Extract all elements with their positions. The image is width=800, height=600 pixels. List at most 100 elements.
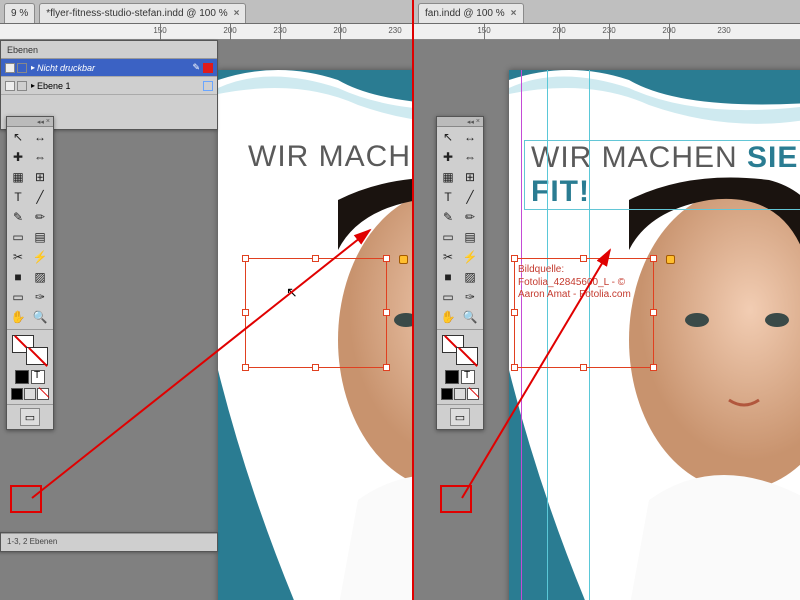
selection-tool[interactable]: ↖: [437, 127, 459, 147]
lock-box[interactable]: [17, 81, 27, 91]
content-placer-tool[interactable]: ⊞: [29, 167, 51, 187]
handle[interactable]: [511, 364, 518, 371]
headline-left: WIR MACHEN: [248, 140, 412, 174]
handle[interactable]: [650, 364, 657, 371]
apply-none-icon[interactable]: [467, 388, 479, 400]
zoom-tab-prev[interactable]: 9 %: [4, 3, 35, 23]
type-tool[interactable]: T: [437, 187, 459, 207]
pencil-tool[interactable]: ✏: [459, 207, 481, 227]
disclosure-icon[interactable]: ▸: [31, 63, 35, 72]
handle[interactable]: [312, 364, 319, 371]
tool-palette-left[interactable]: ◂◂× ↖ ↔ ✚ ⇔ ▦ ⊞ T ╱ ✎ ✏ ▭ ▤ ✂ ⚡ ■ ▨ ▭ ✑ …: [6, 116, 54, 430]
view-mode-button[interactable]: ▭: [450, 408, 470, 426]
apply-color-icon[interactable]: [11, 388, 23, 400]
pen-tool[interactable]: ✎: [7, 207, 29, 227]
page-tool[interactable]: ✚: [7, 147, 29, 167]
fill-stroke-swatch[interactable]: [12, 335, 48, 365]
content-placer-tool[interactable]: ⊞: [459, 167, 481, 187]
rotate-handle[interactable]: [399, 255, 408, 264]
layer-row-nicht-druckbar[interactable]: ▸ Nicht druckbar ✎: [1, 59, 217, 77]
visibility-toggle[interactable]: [5, 63, 15, 73]
apply-color-icon[interactable]: [441, 388, 453, 400]
handle[interactable]: [580, 364, 587, 371]
note-tool[interactable]: ▭: [7, 287, 29, 307]
type-tool[interactable]: T: [7, 187, 29, 207]
handle[interactable]: [580, 255, 587, 262]
zoom-label: 9 %: [11, 8, 28, 19]
formatting-text-icon[interactable]: T: [461, 370, 475, 384]
rectangle-tool[interactable]: ▤: [459, 227, 481, 247]
rectangle-frame-tool[interactable]: ▭: [437, 227, 459, 247]
line-tool[interactable]: ╱: [29, 187, 51, 207]
palette-header[interactable]: ◂◂×: [437, 117, 483, 127]
formatting-container-icon[interactable]: [15, 370, 29, 384]
rotate-handle[interactable]: [666, 255, 675, 264]
apply-gradient-icon[interactable]: [454, 388, 466, 400]
document-tab-right[interactable]: fan.indd @ 100 % ×: [418, 3, 524, 23]
handle[interactable]: [383, 364, 390, 371]
handle[interactable]: [383, 309, 390, 316]
formatting-text-icon[interactable]: T: [31, 370, 45, 384]
eyedropper-tool[interactable]: ✑: [29, 287, 51, 307]
visibility-toggle[interactable]: [5, 81, 15, 91]
scissors-tool[interactable]: ✂: [437, 247, 459, 267]
tool-palette-right[interactable]: ◂◂× ↖ ↔ ✚ ⇔ ▦ ⊞ T ╱ ✎ ✏ ▭ ▤ ✂ ⚡ ■ ▨ ▭ ✑ …: [436, 116, 484, 430]
gradient-swatch-tool[interactable]: ■: [437, 267, 459, 287]
handle[interactable]: [511, 309, 518, 316]
pencil-tool[interactable]: ✏: [29, 207, 51, 227]
handle[interactable]: [511, 255, 518, 262]
horizontal-ruler-left: 150 200 230 200 230: [0, 24, 412, 40]
close-tab-icon[interactable]: ×: [234, 8, 240, 19]
palette-header[interactable]: ◂◂×: [7, 117, 53, 127]
free-transform-tool[interactable]: ⚡: [459, 247, 481, 267]
handle[interactable]: [242, 364, 249, 371]
layer-color-swatch: [203, 63, 213, 73]
left-window: 9 % *flyer-fitness-studio-stefan.indd @ …: [0, 0, 412, 600]
gradient-feather-tool[interactable]: ▨: [29, 267, 51, 287]
zoom-tool[interactable]: 🔍: [29, 307, 51, 327]
page-tool[interactable]: ✚: [437, 147, 459, 167]
rectangle-frame-tool[interactable]: ▭: [7, 227, 29, 247]
direct-select-tool[interactable]: ↔: [29, 127, 51, 147]
eyedropper-tool[interactable]: ✑: [459, 287, 481, 307]
handle[interactable]: [650, 255, 657, 262]
rectangle-tool[interactable]: ▤: [29, 227, 51, 247]
right-window: fan.indd @ 100 % × 150 200 230 200 230: [414, 0, 800, 600]
hand-tool[interactable]: ✋: [7, 307, 29, 327]
content-collector-tool[interactable]: ▦: [437, 167, 459, 187]
view-mode-button[interactable]: ▭: [20, 408, 40, 426]
gradient-feather-tool[interactable]: ▨: [459, 267, 481, 287]
note-tool[interactable]: ▭: [437, 287, 459, 307]
selection-frame-left[interactable]: [245, 258, 387, 368]
gap-tool[interactable]: ⇔: [459, 147, 481, 167]
close-icon[interactable]: ×: [476, 118, 480, 125]
gap-tool[interactable]: ⇔: [29, 147, 51, 167]
handle[interactable]: [242, 255, 249, 262]
apply-gradient-icon[interactable]: [24, 388, 36, 400]
free-transform-tool[interactable]: ⚡: [29, 247, 51, 267]
fill-stroke-swatch[interactable]: [442, 335, 478, 365]
formatting-container-icon[interactable]: [445, 370, 459, 384]
line-tool[interactable]: ╱: [459, 187, 481, 207]
handle[interactable]: [312, 255, 319, 262]
zoom-tool[interactable]: 🔍: [459, 307, 481, 327]
selection-tool[interactable]: ↖: [7, 127, 29, 147]
handle[interactable]: [242, 309, 249, 316]
lock-box[interactable]: [17, 63, 27, 73]
handle[interactable]: [650, 309, 657, 316]
disclosure-icon[interactable]: ▸: [31, 81, 35, 90]
layer-row-ebene1[interactable]: ▸ Ebene 1: [1, 77, 217, 95]
hand-tool[interactable]: ✋: [437, 307, 459, 327]
layers-panel-tab[interactable]: Ebenen: [1, 41, 217, 59]
gradient-swatch-tool[interactable]: ■: [7, 267, 29, 287]
document-tab[interactable]: *flyer-fitness-studio-stefan.indd @ 100 …: [39, 3, 246, 23]
direct-select-tool[interactable]: ↔: [459, 127, 481, 147]
close-tab-icon[interactable]: ×: [511, 8, 517, 19]
content-collector-tool[interactable]: ▦: [7, 167, 29, 187]
pen-tool[interactable]: ✎: [437, 207, 459, 227]
handle[interactable]: [383, 255, 390, 262]
scissors-tool[interactable]: ✂: [7, 247, 29, 267]
close-icon[interactable]: ×: [46, 118, 50, 125]
apply-none-icon[interactable]: [37, 388, 49, 400]
tab-bar-right: fan.indd @ 100 % ×: [414, 0, 800, 24]
